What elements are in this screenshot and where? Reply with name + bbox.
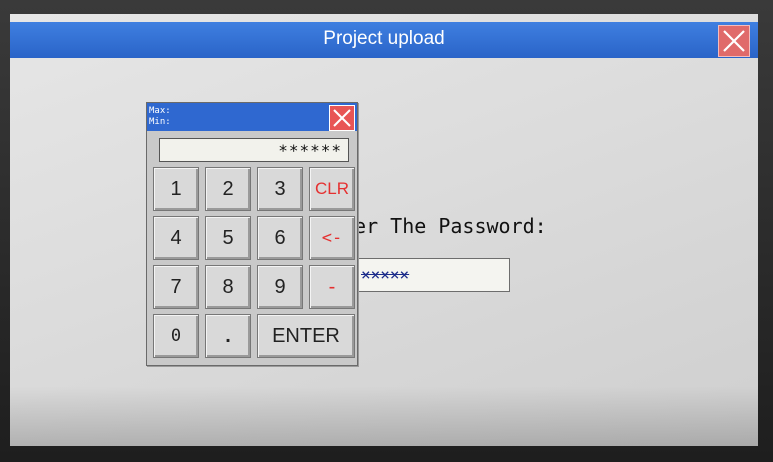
password-field-value: ××××× — [361, 265, 410, 284]
key-3[interactable]: 3 — [257, 167, 303, 211]
keypad-max-label: Max: — [149, 106, 171, 116]
close-button[interactable] — [718, 25, 750, 57]
hmi-screen: Project upload ter The Password: ××××× M… — [10, 14, 758, 446]
keypad-close-button[interactable] — [329, 105, 355, 131]
keypad-min-label: Min: — [149, 117, 171, 127]
close-icon — [723, 30, 745, 52]
key-2[interactable]: 2 — [205, 167, 251, 211]
keypad-display: ****** — [159, 138, 349, 162]
close-icon — [333, 109, 351, 127]
password-prompt: ter The Password: — [342, 214, 547, 238]
key-4[interactable]: 4 — [153, 216, 199, 260]
keypad-display-value: ****** — [278, 141, 342, 160]
key-clear[interactable]: CLR — [309, 167, 355, 211]
key-1[interactable]: 1 — [153, 167, 199, 211]
key-minus[interactable]: - — [309, 265, 355, 309]
window-title: Project upload — [323, 28, 445, 49]
key-8[interactable]: 8 — [205, 265, 251, 309]
key-enter[interactable]: ENTER — [257, 314, 355, 358]
numeric-keypad: Max: Min: ****** 1 2 3 CLR 4 5 6 <- 7 8 … — [146, 102, 358, 366]
key-9[interactable]: 9 — [257, 265, 303, 309]
key-7[interactable]: 7 — [153, 265, 199, 309]
key-5[interactable]: 5 — [205, 216, 251, 260]
password-field[interactable]: ××××× — [346, 258, 510, 292]
keypad-header: Max: Min: — [147, 103, 357, 131]
key-decimal[interactable]: . — [205, 314, 251, 358]
key-0[interactable]: 0 — [153, 314, 199, 358]
key-6[interactable]: 6 — [257, 216, 303, 260]
key-backspace[interactable]: <- — [309, 216, 355, 260]
title-bar: Project upload — [10, 22, 758, 58]
